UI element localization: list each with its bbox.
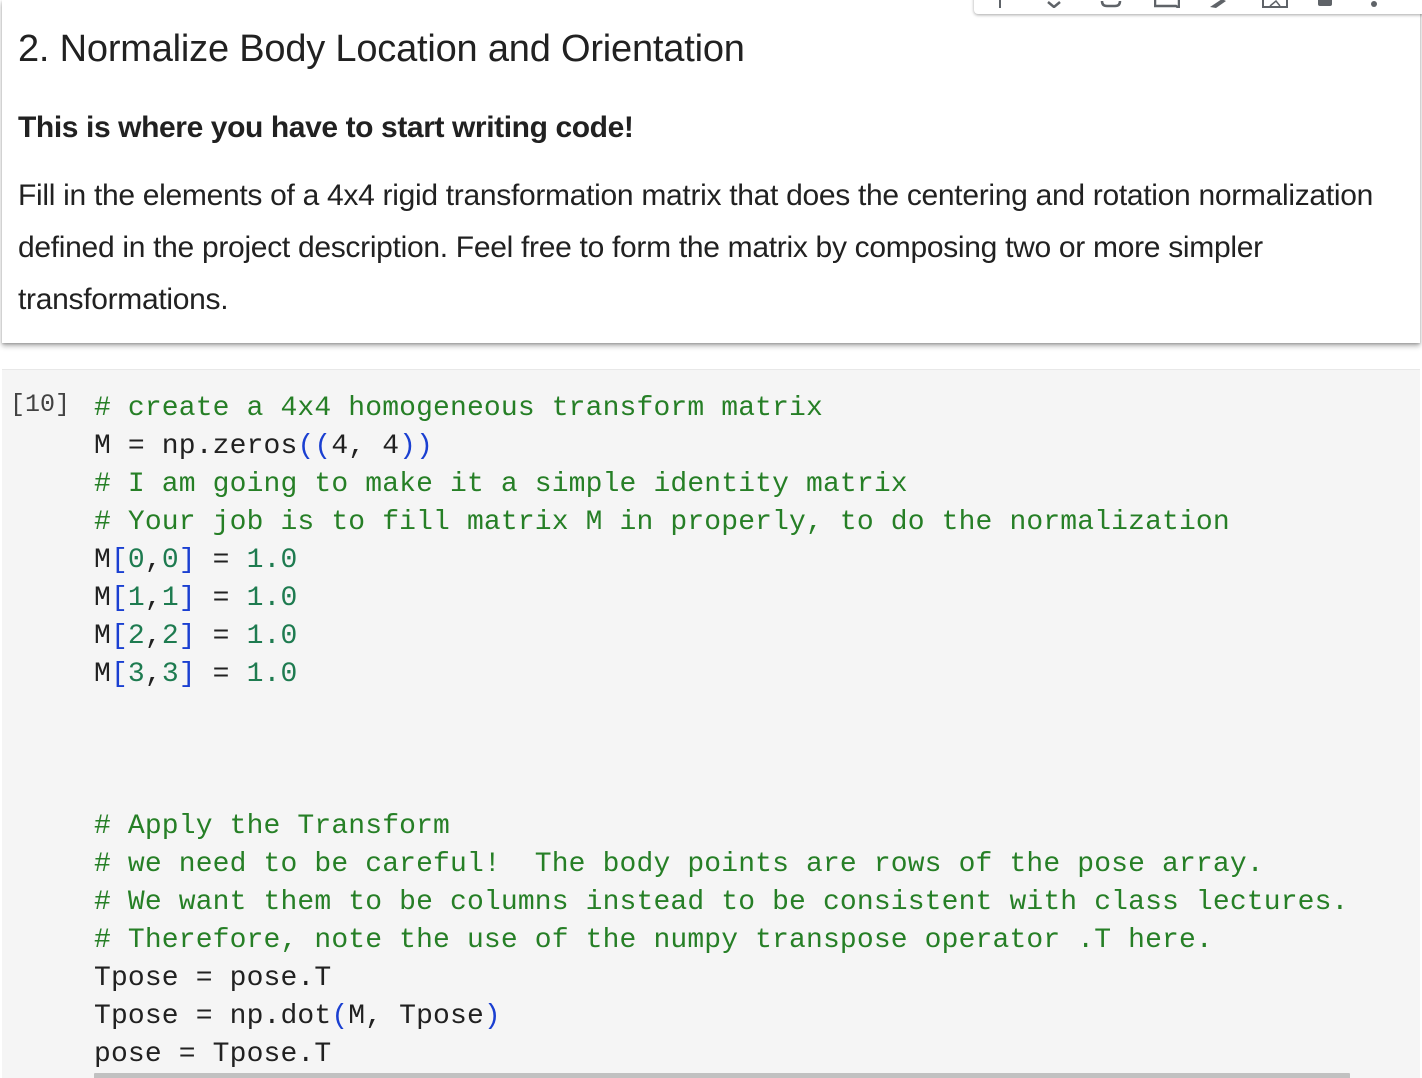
code-token: , bbox=[144, 659, 162, 690]
code-token: # We want them to be columns instead to … bbox=[94, 887, 1349, 918]
code-token: 1.0 bbox=[246, 545, 298, 576]
code-line[interactable]: M[1,1] = 1.0 bbox=[94, 580, 1349, 618]
code-token: ( bbox=[331, 1001, 349, 1032]
code-token: # I am going to make it a simple identit… bbox=[94, 469, 908, 500]
code-line[interactable]: # We want them to be columns instead to … bbox=[94, 884, 1349, 922]
code-token: # we need to be careful! The body points… bbox=[94, 849, 1264, 880]
code-line[interactable]: # we need to be careful! The body points… bbox=[94, 846, 1349, 884]
delete-icon[interactable] bbox=[1298, 0, 1352, 14]
code-line[interactable]: M[2,2] = 1.0 bbox=[94, 618, 1349, 656]
code-token: = bbox=[195, 659, 247, 690]
code-line[interactable]: M[0,0] = 1.0 bbox=[94, 542, 1349, 580]
instruction-heading: This is where you have to start writing … bbox=[18, 111, 634, 144]
edit-icon[interactable] bbox=[1190, 0, 1244, 14]
code-line[interactable]: # Therefore, note the use of the numpy t… bbox=[94, 922, 1349, 960]
code-token: ] bbox=[178, 659, 196, 690]
code-token: [ bbox=[110, 621, 128, 652]
code-line[interactable]: Tpose = pose.T bbox=[94, 960, 1349, 998]
code-line[interactable]: M = np.zeros((4, 4)) bbox=[94, 428, 1349, 466]
code-token: ] bbox=[178, 583, 196, 614]
code-line[interactable]: M[3,3] = 1.0 bbox=[94, 656, 1349, 694]
code-token: [ bbox=[110, 659, 128, 690]
code-token: 0 bbox=[161, 545, 179, 576]
code-token: 4, 4 bbox=[331, 431, 400, 462]
move-up-icon[interactable] bbox=[974, 0, 1028, 14]
code-token: (( bbox=[297, 431, 332, 462]
code-line[interactable] bbox=[94, 694, 1349, 732]
section-title: 2. Normalize Body Location and Orientati… bbox=[18, 28, 745, 70]
code-line[interactable]: pose = Tpose.T bbox=[94, 1036, 1349, 1074]
link-icon[interactable] bbox=[1082, 0, 1136, 14]
code-token: , bbox=[144, 621, 162, 652]
code-token: , bbox=[144, 545, 162, 576]
code-token: 3 bbox=[161, 659, 179, 690]
code-token: ] bbox=[178, 545, 196, 576]
code-token: 1 bbox=[161, 583, 179, 614]
code-token: M bbox=[94, 659, 111, 690]
code-token: M bbox=[94, 621, 111, 652]
code-token: M bbox=[94, 545, 111, 576]
code-token: 2 bbox=[161, 621, 179, 652]
code-token: = bbox=[195, 583, 247, 614]
code-token: # Your job is to fill matrix M in proper… bbox=[94, 507, 1230, 538]
code-token: Tpose = np.dot bbox=[94, 1001, 332, 1032]
code-token: )) bbox=[399, 431, 434, 462]
code-line[interactable]: # Your job is to fill matrix M in proper… bbox=[94, 504, 1349, 542]
code-token: # Apply the Transform bbox=[94, 811, 451, 842]
more-icon[interactable] bbox=[1352, 0, 1406, 14]
horizontal-scrollbar[interactable] bbox=[94, 1073, 1350, 1078]
code-line[interactable] bbox=[94, 770, 1349, 808]
code-token: ] bbox=[178, 621, 196, 652]
code-line[interactable] bbox=[94, 732, 1349, 770]
code-token: , bbox=[144, 583, 162, 614]
code-token: = bbox=[195, 545, 247, 576]
cell-toolbar bbox=[974, 0, 1422, 14]
code-token: M, Tpose bbox=[348, 1001, 484, 1032]
execution-count[interactable]: [10] bbox=[10, 390, 70, 419]
instruction-paragraph: Fill in the elements of a 4x4 rigid tran… bbox=[18, 179, 1373, 316]
code-token: 3 bbox=[127, 659, 145, 690]
code-line[interactable]: Tpose = np.dot(M, Tpose) bbox=[94, 998, 1349, 1036]
code-token: M bbox=[94, 583, 111, 614]
code-line[interactable]: # Apply the Transform bbox=[94, 808, 1349, 846]
code-token: # create a 4x4 homogeneous transform mat… bbox=[94, 393, 823, 424]
code-token: # Therefore, note the use of the numpy t… bbox=[94, 925, 1213, 956]
code-token: 1 bbox=[127, 583, 145, 614]
code-token: [ bbox=[110, 545, 128, 576]
code-token: 2 bbox=[127, 621, 145, 652]
code-token: pose = Tpose.T bbox=[94, 1039, 332, 1070]
code-line[interactable]: # I am going to make it a simple identit… bbox=[94, 466, 1349, 504]
code-token: M = np.zeros bbox=[94, 431, 298, 462]
comment-icon[interactable] bbox=[1136, 0, 1190, 14]
code-editor[interactable]: # create a 4x4 homogeneous transform mat… bbox=[94, 390, 1349, 1074]
code-token: 0 bbox=[127, 545, 145, 576]
code-token: 1.0 bbox=[246, 621, 298, 652]
code-token: = bbox=[195, 621, 247, 652]
code-token: 1.0 bbox=[246, 583, 298, 614]
code-line[interactable]: # create a 4x4 homogeneous transform mat… bbox=[94, 390, 1349, 428]
markdown-cell[interactable]: 2. Normalize Body Location and Orientati… bbox=[2, 0, 1422, 343]
mirror-cell-icon[interactable] bbox=[1244, 0, 1298, 14]
code-cell[interactable]: [10] # create a 4x4 homogeneous transfor… bbox=[2, 369, 1420, 1078]
code-token: 1.0 bbox=[246, 659, 298, 690]
move-down-icon[interactable] bbox=[1028, 0, 1082, 14]
code-token: [ bbox=[110, 583, 128, 614]
code-token: Tpose = pose.T bbox=[94, 963, 332, 994]
code-token: ) bbox=[483, 1001, 501, 1032]
